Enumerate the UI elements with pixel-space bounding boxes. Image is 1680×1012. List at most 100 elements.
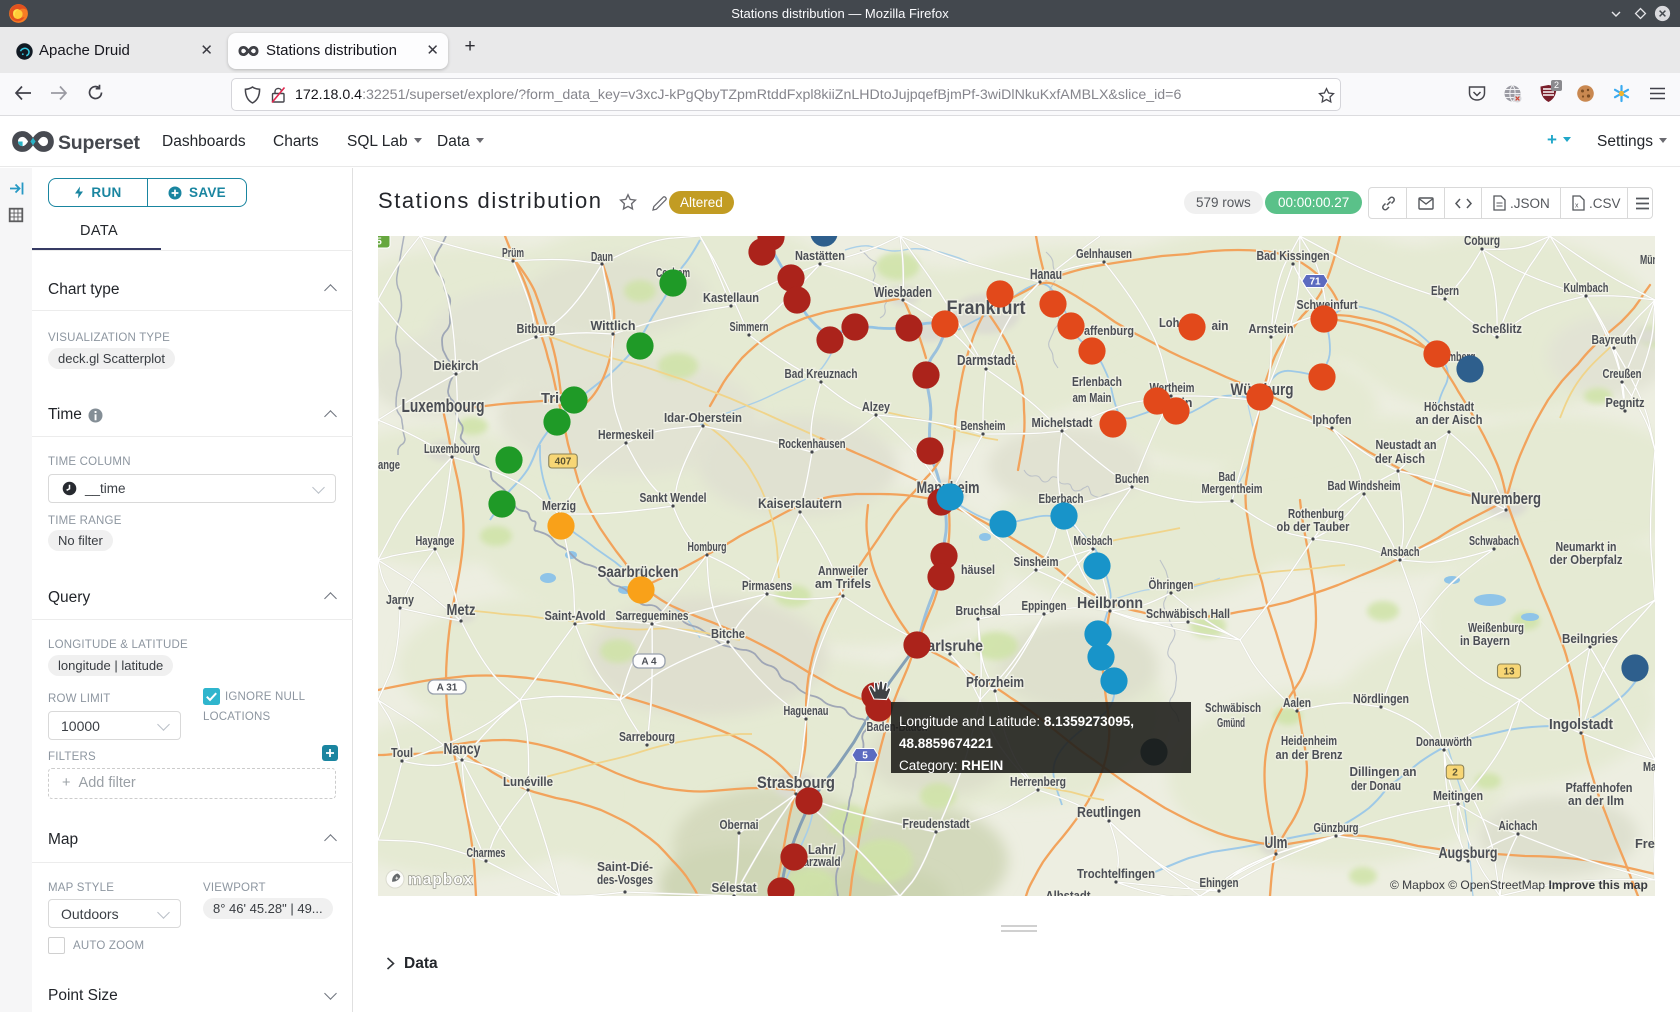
svg-text:am Trifels: am Trifels — [815, 576, 871, 591]
svg-text:Idar-Oberstein: Idar-Oberstein — [664, 410, 742, 425]
svg-text:Luxembourg: Luxembourg — [402, 396, 485, 416]
svg-text:Aichach: Aichach — [1499, 818, 1538, 833]
svg-text:Sinsheim: Sinsheim — [1014, 554, 1059, 569]
svg-text:Creußen: Creußen — [1603, 366, 1642, 381]
svg-text:Luxembourg: Luxembourg — [424, 441, 480, 456]
svg-text:an der Aisch: an der Aisch — [1416, 412, 1483, 427]
svg-text:Jarny: Jarny — [386, 592, 415, 607]
svg-text:Kaiserslautern: Kaiserslautern — [758, 495, 842, 511]
svg-text:mapbox: mapbox — [408, 872, 473, 889]
svg-text:ob der Tauber: ob der Tauber — [1277, 519, 1350, 534]
svg-text:Bensheim: Bensheim — [961, 418, 1006, 433]
svg-text:Mosbach: Mosbach — [1074, 533, 1113, 548]
svg-text:Neustadt an: Neustadt an — [1376, 437, 1437, 452]
svg-text:Bad Kissingen: Bad Kissingen — [1257, 248, 1330, 263]
svg-text:Sélestat: Sélestat — [712, 880, 758, 895]
svg-text:häusel: häusel — [961, 562, 995, 577]
svg-text:Michelstadt: Michelstadt — [1032, 415, 1094, 430]
svg-text:Ebern: Ebern — [1431, 283, 1459, 298]
svg-text:Bruchsal: Bruchsal — [956, 603, 1001, 618]
svg-text:in Bayern: in Bayern — [1460, 633, 1510, 648]
svg-text:Haguenau: Haguenau — [784, 703, 829, 718]
svg-text:Gmünd: Gmünd — [1217, 715, 1245, 730]
svg-text:Buchen: Buchen — [1115, 471, 1149, 486]
svg-text:Wittlich: Wittlich — [591, 318, 636, 333]
svg-text:Schwäbisch Hall: Schwäbisch Hall — [1146, 606, 1230, 621]
svg-text:Prüm: Prüm — [502, 245, 524, 260]
svg-text:Lunéville: Lunéville — [503, 774, 553, 789]
svg-text:x: x — [1575, 203, 1579, 210]
svg-text:Scheßlitz: Scheßlitz — [1472, 321, 1522, 336]
svg-text:Sarrebourg: Sarrebourg — [619, 729, 675, 744]
svg-text:Alzey: Alzey — [862, 399, 891, 414]
svg-text:5: 5 — [378, 237, 382, 248]
svg-text:Donauwörth: Donauwörth — [1416, 734, 1472, 749]
svg-text:Nancy: Nancy — [444, 741, 481, 758]
svg-text:Ehingen: Ehingen — [1200, 875, 1239, 890]
svg-text:Strasbourg: Strasbourg — [757, 773, 835, 792]
svg-text:Arnstein: Arnstein — [1249, 321, 1294, 336]
svg-text:Frankfurt: Frankfurt — [947, 298, 1027, 319]
svg-text:affenburg: affenburg — [1084, 323, 1134, 338]
svg-text:an der Ilm: an der Ilm — [1568, 793, 1624, 808]
svg-text:Bitche: Bitche — [711, 626, 745, 641]
svg-text:Heidenheim: Heidenheim — [1281, 733, 1337, 748]
svg-text:Gelnhausen: Gelnhausen — [1076, 246, 1132, 261]
svg-text:A 4: A 4 — [641, 657, 657, 668]
svg-text:Pegnitz: Pegnitz — [1606, 395, 1645, 410]
svg-text:Metz: Metz — [447, 602, 476, 619]
svg-text:an der Brenz: an der Brenz — [1276, 747, 1343, 762]
svg-text:Reutlingen: Reutlingen — [1077, 804, 1141, 821]
svg-text:© Mapbox © OpenStreetMap Impro: © Mapbox © OpenStreetMap Improve this ma… — [1390, 878, 1648, 892]
svg-text:Erlenbach: Erlenbach — [1072, 374, 1122, 389]
svg-text:Mergentheim: Mergentheim — [1202, 481, 1263, 496]
svg-text:am Main: am Main — [1073, 390, 1112, 405]
svg-text:Ansbach: Ansbach — [1381, 544, 1420, 559]
svg-text:der Donau: der Donau — [1351, 778, 1401, 793]
svg-text:Diekirch: Diekirch — [434, 358, 479, 373]
svg-text:Kulmbach: Kulmbach — [1564, 280, 1609, 295]
svg-text:Main: Main — [1643, 759, 1655, 774]
svg-text:Homburg: Homburg — [688, 539, 727, 554]
svg-text:der Aisch: der Aisch — [1375, 451, 1425, 466]
svg-text:Pforzheim: Pforzheim — [966, 674, 1024, 691]
svg-text:Bayreuth: Bayreuth — [1592, 332, 1637, 347]
svg-text:Merzig: Merzig — [542, 498, 576, 513]
svg-text:Hermeskeil: Hermeskeil — [598, 427, 654, 442]
svg-text:Saint-Avold: Saint-Avold — [545, 608, 606, 623]
svg-text:Schwabach: Schwabach — [1469, 533, 1519, 548]
svg-text:Bad Windsheim: Bad Windsheim — [1328, 478, 1401, 493]
svg-text:Beilngries: Beilngries — [1562, 631, 1618, 646]
svg-text:Iphofen: Iphofen — [1313, 412, 1352, 427]
svg-text:Nuremberg: Nuremberg — [1471, 489, 1541, 508]
svg-text:Rockenhausen: Rockenhausen — [779, 436, 846, 451]
svg-text:71: 71 — [1309, 277, 1321, 288]
svg-text:Öhringen: Öhringen — [1149, 577, 1194, 592]
svg-text:Trochtelfingen: Trochtelfingen — [1077, 866, 1155, 881]
svg-text:Bitburg: Bitburg — [517, 321, 556, 336]
svg-text:Günzburg: Günzburg — [1314, 820, 1359, 835]
svg-text:2: 2 — [1452, 768, 1458, 779]
svg-text:A 31: A 31 — [437, 683, 458, 694]
svg-text:Dillingen an: Dillingen an — [1350, 764, 1417, 779]
svg-text:13: 13 — [1503, 667, 1515, 678]
svg-text:5: 5 — [862, 751, 868, 762]
svg-text:Kastellaun: Kastellaun — [703, 290, 759, 305]
svg-text:Hanau: Hanau — [1030, 266, 1062, 283]
svg-text:des-Vosges: des-Vosges — [597, 872, 653, 887]
svg-text:Sarreguemines: Sarreguemines — [616, 608, 689, 623]
svg-text:Freisi: Freisi — [1635, 836, 1655, 851]
svg-text:Schwäbisch: Schwäbisch — [1205, 700, 1261, 715]
svg-text:Ulm: Ulm — [1265, 833, 1288, 852]
svg-text:Münch: Münch — [1640, 252, 1655, 267]
svg-text:Albstadt: Albstadt — [1046, 888, 1092, 896]
svg-text:Pirmasens: Pirmasens — [742, 578, 792, 593]
svg-text:ain: ain — [1212, 318, 1229, 333]
svg-text:Coburg: Coburg — [1464, 236, 1500, 248]
svg-text:Bad Kreuznach: Bad Kreuznach — [785, 366, 858, 381]
svg-text:Obernai: Obernai — [720, 817, 759, 832]
svg-text:der Oberpfalz: der Oberpfalz — [1550, 552, 1623, 567]
svg-text:Ingolstadt: Ingolstadt — [1549, 716, 1613, 733]
svg-text:Darmstadt: Darmstadt — [957, 352, 1015, 369]
svg-text:Sankt Wendel: Sankt Wendel — [640, 490, 707, 505]
